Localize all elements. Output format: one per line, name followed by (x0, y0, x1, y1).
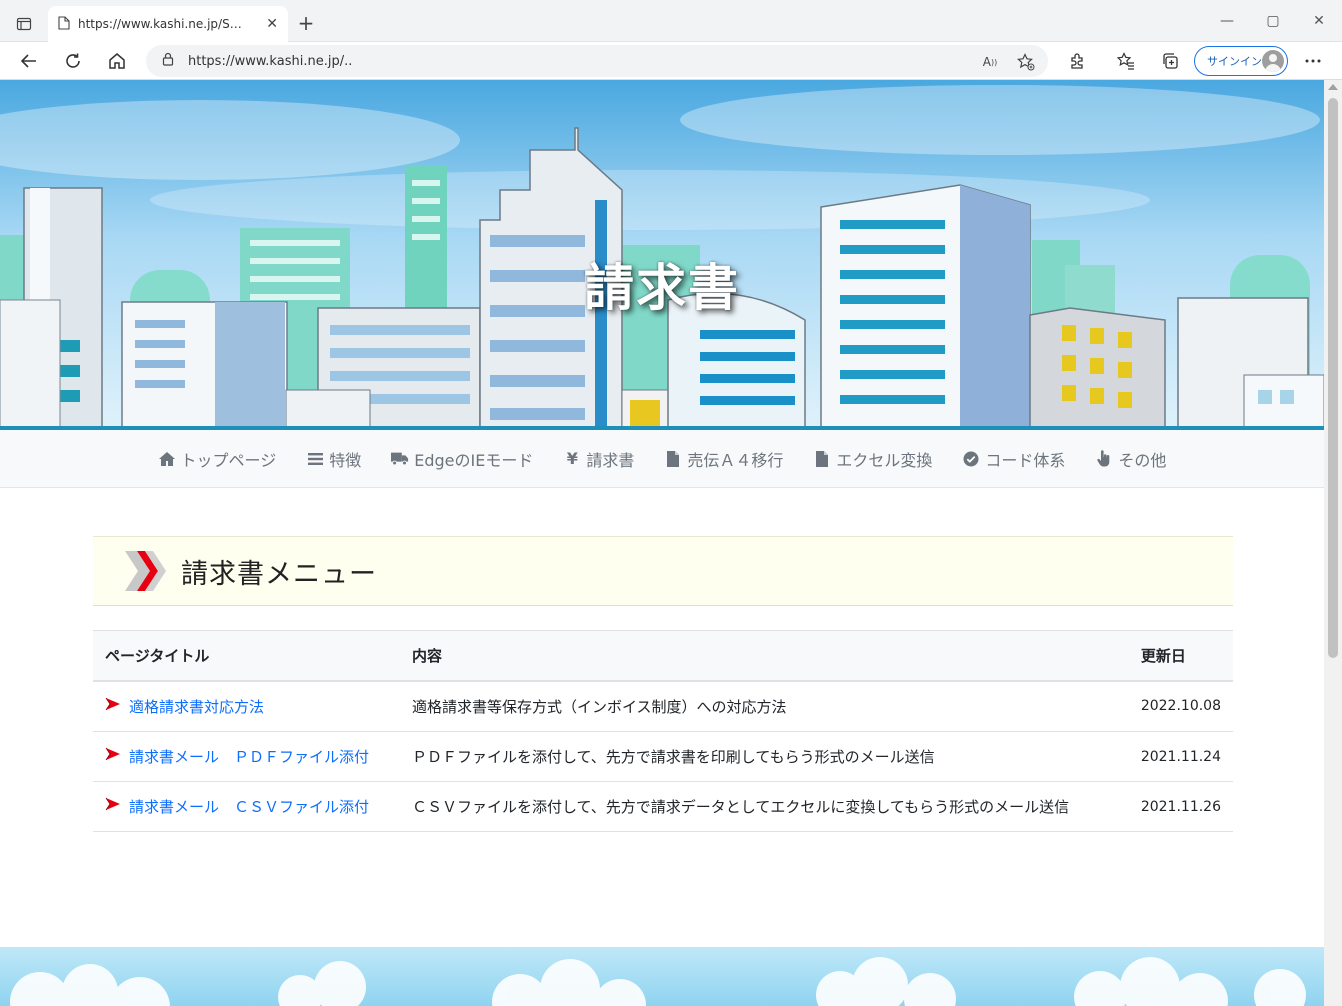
table-row: 適格請求書対応方法 適格請求書等保存方式（インボイス制度）への対応方法 2022… (93, 680, 1233, 732)
nav-label: 特徴 (329, 450, 362, 470)
date-cell: 2021.11.26 (1128, 781, 1233, 832)
double-chevron-icon (125, 551, 166, 591)
back-button[interactable] (14, 46, 44, 76)
browser-toolbar: https://www.kashi.ne.jp/.. A)) サインイン (0, 42, 1342, 80)
title-cell: 適格請求書対応方法 (93, 682, 400, 732)
read-aloud-icon[interactable]: A)) (980, 52, 1000, 72)
favorite-add-icon[interactable] (1016, 52, 1036, 72)
column-header-date: 更新日 (1128, 630, 1233, 682)
browser-tab[interactable]: https://www.kashi.ne.jp/Support ✕ (48, 6, 288, 42)
favorites-icon[interactable] (1111, 46, 1141, 76)
extensions-icon[interactable] (1062, 46, 1092, 76)
title-cell: 請求書メール ＣＳＶファイル添付 (93, 782, 400, 832)
close-tab-icon[interactable]: ✕ (266, 16, 278, 32)
main-nav: トップページ 特徴 EdgeのIEモード ¥ 請求書 売伝Ａ４移行 エクセル変換… (0, 430, 1324, 488)
address-bar[interactable]: https://www.kashi.ne.jp/.. (146, 45, 1048, 77)
home-button[interactable] (102, 46, 132, 76)
scroll-up-icon[interactable] (1328, 84, 1338, 90)
nav-item-code-system[interactable]: コード体系 (962, 447, 1065, 471)
back-arrow-icon (20, 54, 36, 68)
vertical-scrollbar[interactable] (1324, 80, 1342, 1006)
tab-title: https://www.kashi.ne.jp/Support (78, 17, 248, 31)
refresh-button[interactable] (58, 46, 88, 76)
table-row: 請求書メール ＣＳＶファイル添付 ＣＳＶファイルを添付して、先方で請求データとし… (93, 781, 1233, 832)
signin-button[interactable]: サインイン (1194, 46, 1288, 76)
table-header-row: ページタイトル 内容 更新日 (93, 630, 1233, 682)
red-arrow-bullet-icon (105, 797, 121, 815)
red-arrow-bullet-icon (105, 697, 121, 715)
collections-icon[interactable] (1155, 46, 1185, 76)
nav-item-other[interactable]: その他 (1095, 447, 1166, 471)
scroll-thumb[interactable] (1328, 98, 1338, 658)
nav-item-edge-ie-mode[interactable]: EdgeのIEモード (391, 447, 533, 471)
check-circle-icon (962, 450, 980, 468)
tab-actions-icon[interactable] (8, 8, 40, 40)
content-cell: ＰＤＦファイルを添付して、先方で請求書を印刷してもらう形式のメール送信 (400, 731, 1129, 782)
lock-icon[interactable] (162, 52, 174, 70)
link-invoice-mail-csv[interactable]: 請求書メール ＣＳＶファイル添付 (129, 796, 369, 817)
footer-clouds (0, 947, 1324, 1006)
home-icon (158, 450, 176, 468)
browser-titlebar: https://www.kashi.ne.jp/Support ✕ + — ▢ … (0, 0, 1342, 42)
maximize-button[interactable]: ▢ (1250, 8, 1296, 34)
table-row: 請求書メール ＰＤＦファイル添付 ＰＤＦファイルを添付して、先方で請求書を印刷し… (93, 731, 1233, 782)
list-icon (306, 450, 324, 468)
date-cell: 2021.11.24 (1128, 731, 1233, 782)
close-window-button[interactable]: ✕ (1296, 8, 1342, 34)
column-header-content: 内容 (400, 630, 1129, 682)
signin-label: サインイン (1207, 55, 1262, 68)
nav-label: 売伝Ａ４移行 (687, 450, 784, 470)
page-title: 請求書 (584, 259, 740, 317)
home-icon (109, 53, 125, 69)
nav-item-a4-migration[interactable]: 売伝Ａ４移行 (664, 447, 783, 471)
more-menu-icon[interactable] (1298, 46, 1328, 76)
date-cell: 2022.10.08 (1128, 680, 1233, 732)
nav-label: EdgeのIEモード (414, 450, 534, 470)
invoice-menu-table: ページタイトル 内容 更新日 適格請求書対応方法 適格請求書等保存方式（インボイ… (93, 630, 1233, 832)
refresh-icon (66, 53, 80, 68)
yen-icon: ¥ (566, 449, 578, 468)
link-invoice-mail-pdf[interactable]: 請求書メール ＰＤＦファイル添付 (129, 746, 369, 767)
page-icon (58, 15, 70, 33)
avatar-icon (1262, 50, 1284, 72)
red-arrow-bullet-icon (105, 747, 121, 765)
content-cell: 適格請求書等保存方式（インボイス制度）への対応方法 (400, 680, 1129, 732)
truck-icon (391, 450, 409, 468)
nav-item-invoice[interactable]: ¥ 請求書 (563, 447, 635, 471)
document-icon (664, 450, 682, 468)
title-cell: 請求書メール ＰＤＦファイル添付 (93, 732, 400, 782)
minimize-button[interactable]: — (1204, 8, 1250, 34)
content-cell: ＣＳＶファイルを添付して、先方で請求データとしてエクセルに変換してもらう形式のメ… (400, 781, 1129, 832)
hero-banner: 請求書 (0, 80, 1324, 430)
page-viewport: 請求書 トップページ 特徴 EdgeのIEモード ¥ 請求書 売伝Ａ４移行 エク… (0, 80, 1342, 1006)
column-header-title: ページタイトル (93, 630, 400, 682)
nav-label: エクセル変換 (836, 450, 933, 470)
document-icon (813, 450, 831, 468)
nav-item-top[interactable]: トップページ (158, 447, 277, 471)
section-title: 請求書メニュー (181, 558, 377, 590)
new-tab-button[interactable]: + (294, 11, 318, 35)
nav-label: 請求書 (586, 450, 635, 470)
nav-item-features[interactable]: 特徴 (306, 447, 361, 471)
link-qualified-invoice[interactable]: 適格請求書対応方法 (129, 696, 264, 717)
nav-item-excel-conversion[interactable]: エクセル変換 (813, 447, 932, 471)
hand-pointer-icon (1095, 450, 1113, 468)
url-text[interactable]: https://www.kashi.ne.jp/.. (188, 54, 352, 69)
cloud-illustration (10, 957, 1306, 1006)
nav-label: トップページ (180, 450, 277, 470)
nav-label: コード体系 (985, 450, 1066, 470)
section-heading: 請求書メニュー (93, 536, 1233, 606)
nav-label: その他 (1118, 450, 1167, 470)
